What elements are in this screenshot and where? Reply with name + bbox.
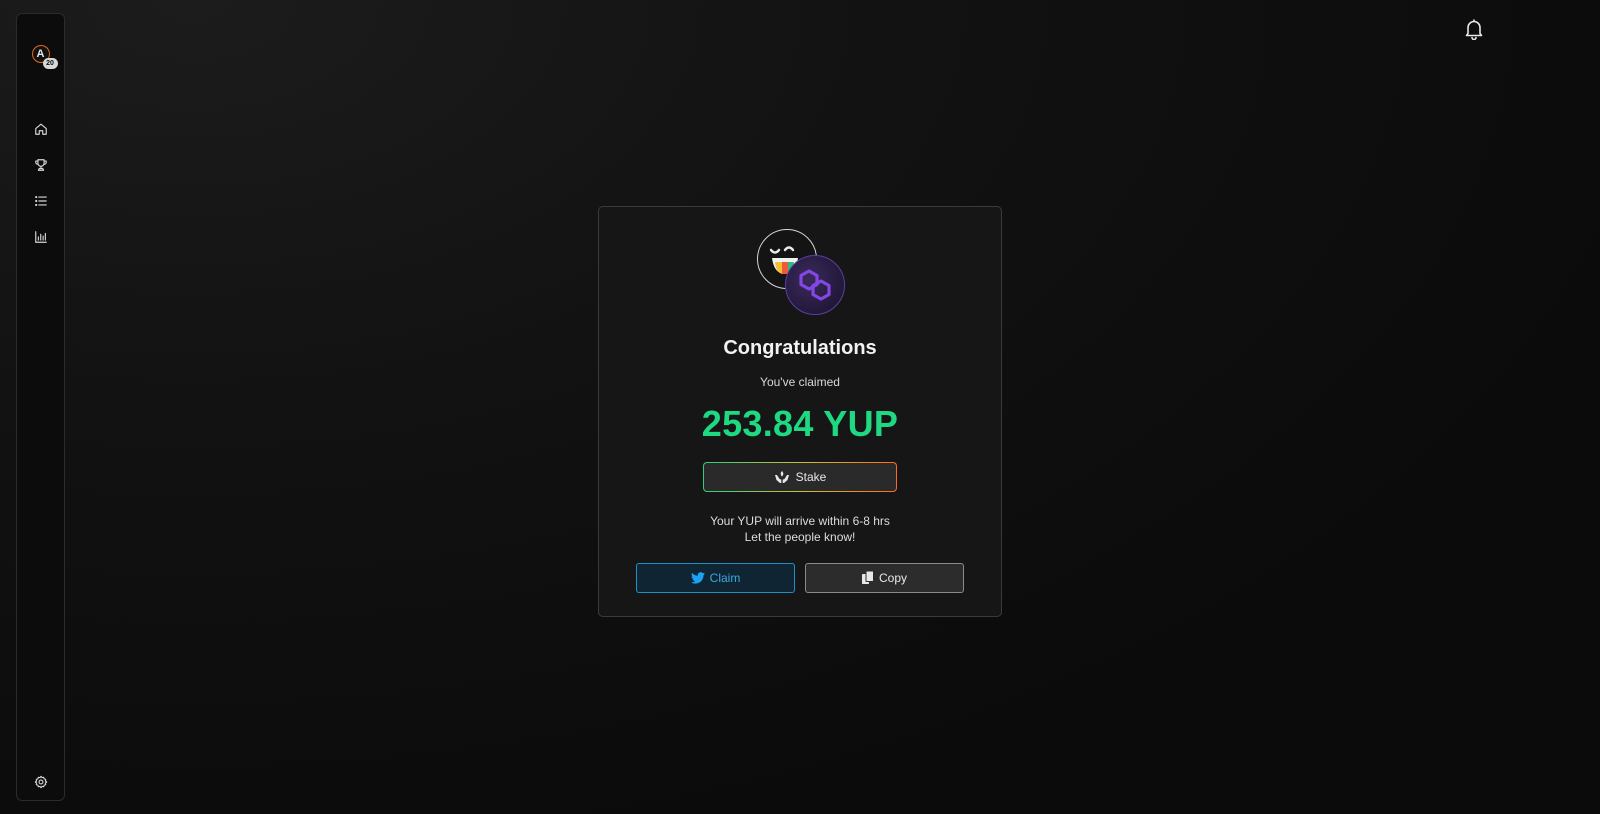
arrival-note-line2: Let the people know! — [744, 530, 856, 544]
avatar-level-badge: 20 — [42, 58, 58, 69]
copy-button[interactable]: Copy — [805, 563, 964, 593]
token-logos — [757, 229, 849, 321]
avatar: A 20 — [31, 45, 58, 69]
claimed-amount: 253.84 YUP — [701, 403, 899, 444]
stake-label: Stake — [795, 470, 827, 484]
polygon-logo — [785, 255, 845, 315]
stake-hands-icon — [774, 471, 789, 483]
bell-icon — [1465, 19, 1483, 40]
sidebar-item-analytics[interactable] — [17, 223, 64, 251]
claim-success-modal: Congratulations You've claimed 253.84 YU… — [598, 206, 1002, 617]
stake-button[interactable]: Stake — [703, 462, 897, 492]
list-icon — [34, 195, 47, 207]
claim-twitter-button[interactable]: Claim — [636, 563, 795, 593]
gear-icon — [34, 775, 47, 789]
modal-subtitle: You've claimed — [760, 375, 840, 389]
bar-chart-icon — [34, 231, 47, 243]
user-avatar-button[interactable]: A 20 — [17, 40, 64, 69]
home-icon — [34, 123, 47, 135]
copy-icon — [861, 571, 874, 584]
sidebar-item-settings[interactable] — [17, 768, 64, 796]
sidebar: A 20 — [16, 13, 65, 801]
sidebar-item-leaderboard[interactable] — [17, 151, 64, 179]
twitter-icon — [690, 572, 705, 584]
notifications-button[interactable] — [1462, 17, 1486, 41]
avatar-initial: A — [36, 48, 45, 60]
sidebar-item-lists[interactable] — [17, 187, 64, 215]
claim-label: Claim — [709, 571, 741, 585]
copy-label: Copy — [878, 571, 907, 585]
arrival-note: Your YUP will arrive within 6-8 hrs Let … — [599, 513, 1001, 545]
sidebar-item-home[interactable] — [17, 115, 64, 143]
trophy-icon — [34, 159, 47, 171]
arrival-note-line1: Your YUP will arrive within 6-8 hrs — [710, 514, 890, 528]
modal-title: Congratulations — [723, 337, 877, 359]
